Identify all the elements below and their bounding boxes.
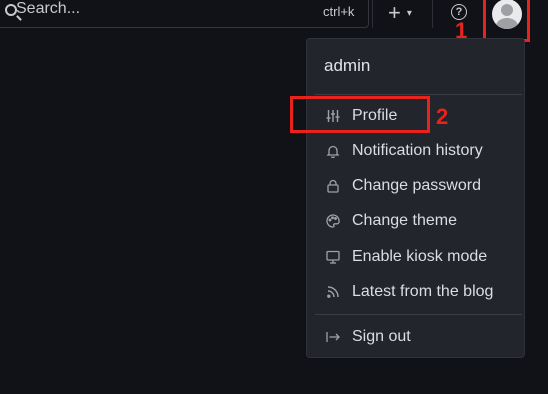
- add-new-button[interactable]: + ▾: [380, 0, 420, 26]
- menu-item-latest-from-blog[interactable]: Latest from the blog: [307, 276, 524, 308]
- menu-item-label: Latest from the blog: [352, 283, 494, 300]
- palette-icon: [326, 214, 340, 228]
- annotation-box-2: [290, 96, 430, 133]
- search-placeholder: Search...: [16, 0, 81, 17]
- search-bar[interactable]: Search... ctrl+k: [0, 0, 369, 28]
- menu-item-label: Notification history: [352, 142, 483, 159]
- bell-icon: [326, 144, 340, 158]
- toolbar-divider: [372, 0, 373, 28]
- menu-item-enable-kiosk-mode[interactable]: Enable kiosk mode: [307, 241, 524, 273]
- plus-icon: +: [388, 0, 401, 25]
- menu-item-label: Change password: [352, 177, 481, 194]
- chevron-down-icon: ▾: [406, 7, 412, 19]
- rss-icon: [326, 285, 340, 299]
- toolbar-divider: [432, 0, 433, 28]
- menu-item-sign-out[interactable]: Sign out: [307, 321, 524, 353]
- menu-item-label: Sign out: [352, 328, 411, 345]
- menu-item-change-password[interactable]: Change password: [307, 170, 524, 202]
- annotation-box-1: [483, 0, 530, 42]
- menu-item-label: Change theme: [352, 212, 457, 229]
- monitor-icon: [326, 250, 340, 264]
- user-dropdown-menu: admin Profile Notification history Chang…: [306, 38, 525, 358]
- menu-item-notification-history[interactable]: Notification history: [307, 135, 524, 167]
- annotation-label-2: 2: [436, 104, 449, 129]
- menu-username: admin: [324, 56, 371, 75]
- sign-out-icon: [326, 330, 340, 344]
- menu-item-label: Enable kiosk mode: [352, 248, 488, 265]
- search-shortcut-hint: ctrl+k: [323, 4, 355, 19]
- menu-divider: [315, 314, 522, 315]
- menu-divider: [315, 94, 522, 95]
- lock-icon: [326, 179, 340, 193]
- menu-item-change-theme[interactable]: Change theme: [307, 205, 524, 237]
